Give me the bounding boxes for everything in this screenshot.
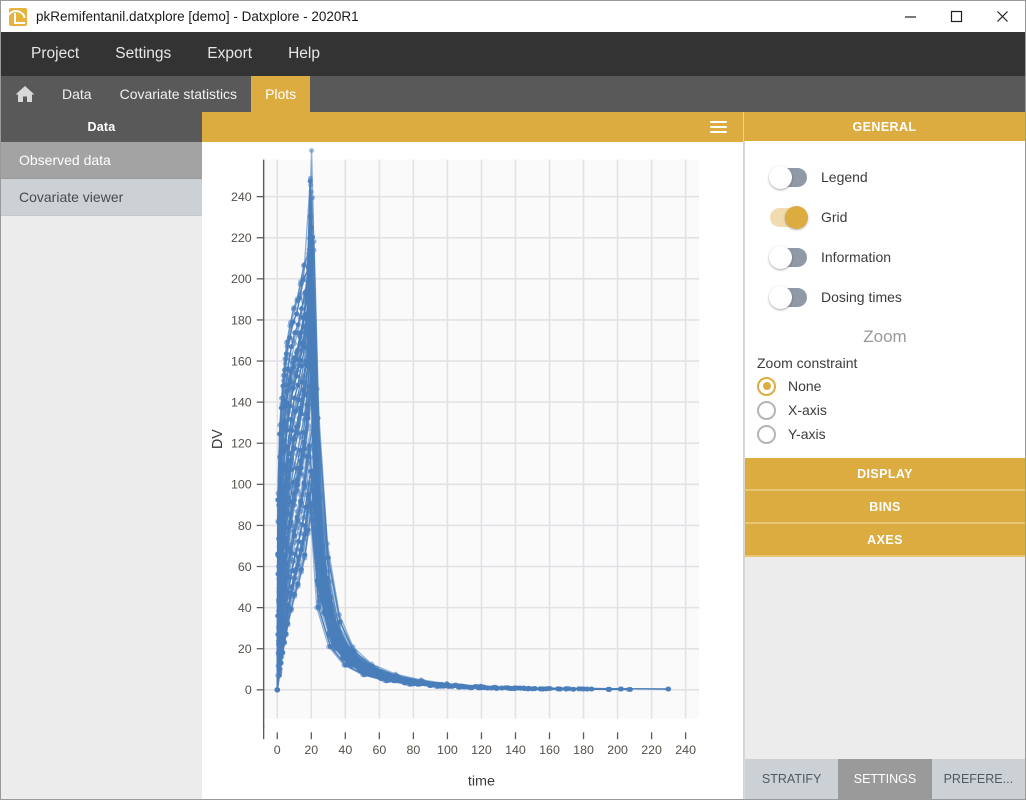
tab-data[interactable]: Data (48, 76, 106, 112)
plot-toolbar (202, 112, 743, 142)
window-title: pkRemifentanil.datxplore [demo] - Datxpl… (36, 9, 359, 24)
toggle-row-information[interactable]: Information (745, 237, 1025, 277)
svg-text:40: 40 (238, 601, 252, 615)
svg-text:80: 80 (238, 519, 252, 533)
bottom-tab-settings[interactable]: SETTINGS (838, 759, 931, 799)
zoom-constraint-x-axis-label: X-axis (788, 402, 827, 418)
toggle-row-legend[interactable]: Legend (745, 157, 1025, 197)
hamburger-menu-icon[interactable] (710, 118, 727, 136)
zoom-constraint-none-label: None (788, 378, 821, 394)
legend-toggle[interactable] (770, 168, 807, 187)
toggle-knob (785, 206, 808, 229)
menu-item-help[interactable]: Help (270, 38, 338, 70)
grid-label: Grid (821, 209, 847, 225)
svg-text:100: 100 (437, 743, 458, 757)
sidebar-header: Data (1, 112, 202, 142)
svg-text:DV: DV (210, 429, 226, 449)
left-sidebar: Data Observed data Covariate viewer (1, 112, 202, 799)
svg-text:time: time (468, 773, 495, 789)
svg-text:220: 220 (641, 743, 662, 757)
information-toggle[interactable] (770, 248, 807, 267)
svg-text:140: 140 (231, 396, 252, 410)
main-body: Data Observed data Covariate viewer 0 20 4… (1, 112, 1025, 799)
svg-text:20: 20 (304, 743, 318, 757)
plot-panel: 0 20 40 60 80 100 120 140 160 180 200 220 240 0 20 40 60… (202, 112, 744, 799)
zoom-constraint-y-axis-label: Y-axis (788, 426, 826, 442)
home-icon[interactable] (1, 76, 48, 112)
right-settings-panel: GENERAL Legend Grid Information Dosing t… (744, 112, 1025, 799)
dosing-times-label: Dosing times (821, 289, 902, 305)
zoom-constraint-x-axis-radio[interactable] (757, 401, 776, 420)
svg-text:180: 180 (231, 313, 252, 327)
window-controls (887, 1, 1025, 32)
display-section-header[interactable]: DISPLAY (744, 458, 1025, 491)
menu-item-project[interactable]: Project (13, 38, 97, 70)
toggle-row-grid[interactable]: Grid (745, 197, 1025, 237)
svg-text:220: 220 (231, 231, 252, 245)
legend-label: Legend (821, 169, 868, 185)
right-panel-empty-area (744, 557, 1025, 759)
toggle-knob (769, 286, 792, 309)
bottom-tab-stratify[interactable]: STRATIFY (745, 759, 838, 799)
sidebar-item-covariate-viewer[interactable]: Covariate viewer (1, 179, 202, 216)
tab-bar: Data Covariate statistics Plots (1, 76, 1025, 112)
grid-toggle[interactable] (770, 208, 807, 227)
zoom-subsection-title: Zoom (745, 317, 1025, 355)
menu-bar: Project Settings Export Help (1, 32, 1025, 76)
radio-row-none[interactable]: None (745, 374, 1025, 398)
zoom-constraint-label: Zoom constraint (745, 355, 1025, 374)
zoom-constraint-none-radio[interactable] (757, 377, 776, 396)
svg-text:20: 20 (238, 642, 252, 656)
svg-text:200: 200 (607, 743, 628, 757)
dosing-times-toggle[interactable] (770, 288, 807, 307)
general-section-body: Legend Grid Information Dosing times Zoo… (744, 141, 1025, 458)
tab-plots[interactable]: Plots (251, 76, 310, 112)
information-label: Information (821, 249, 891, 265)
svg-text:160: 160 (539, 743, 560, 757)
sidebar-item-observed-data[interactable]: Observed data (1, 142, 202, 179)
zoom-constraint-y-axis-radio[interactable] (757, 425, 776, 444)
title-bar: pkRemifentanil.datxplore [demo] - Datxpl… (1, 1, 1025, 32)
toggle-knob (769, 246, 792, 269)
svg-text:60: 60 (238, 560, 252, 574)
radio-row-x-axis[interactable]: X-axis (745, 398, 1025, 422)
svg-text:140: 140 (505, 743, 526, 757)
axes-section-header[interactable]: AXES (744, 524, 1025, 557)
svg-text:100: 100 (231, 478, 252, 492)
svg-text:40: 40 (338, 743, 352, 757)
svg-text:240: 240 (675, 743, 696, 757)
datxplore-logo-icon (9, 8, 27, 26)
sidebar-item-label: Covariate viewer (19, 189, 123, 205)
svg-text:180: 180 (573, 743, 594, 757)
svg-text:120: 120 (471, 743, 492, 757)
bottom-tab-bar: STRATIFY SETTINGS PREFERE... (744, 759, 1025, 799)
sidebar-item-label: Observed data (19, 152, 111, 168)
svg-text:120: 120 (231, 437, 252, 451)
application-window: pkRemifentanil.datxplore [demo] - Datxpl… (0, 0, 1026, 800)
observed-data-chart: 0 20 40 60 80 100 120 140 160 180 200 220 240 0 20 40 60… (202, 142, 743, 799)
bins-section-header[interactable]: BINS (744, 491, 1025, 524)
menu-item-export[interactable]: Export (189, 38, 270, 70)
minimize-icon[interactable] (887, 1, 933, 32)
sidebar-empty-area (1, 216, 202, 799)
maximize-icon[interactable] (933, 1, 979, 32)
svg-text:240: 240 (231, 190, 252, 204)
close-icon[interactable] (979, 1, 1025, 32)
svg-text:0: 0 (245, 683, 252, 697)
radio-row-y-axis[interactable]: Y-axis (745, 422, 1025, 446)
tab-covariate-statistics[interactable]: Covariate statistics (106, 76, 251, 112)
toggle-knob (769, 166, 792, 189)
toggle-row-dosing-times[interactable]: Dosing times (745, 277, 1025, 317)
bottom-tab-preferences[interactable]: PREFERE... (932, 759, 1025, 799)
svg-text:160: 160 (231, 355, 252, 369)
menu-item-settings[interactable]: Settings (97, 38, 189, 70)
svg-text:0: 0 (274, 743, 281, 757)
svg-text:80: 80 (406, 743, 420, 757)
general-section-header[interactable]: GENERAL (744, 112, 1025, 141)
svg-text:60: 60 (372, 743, 386, 757)
svg-text:200: 200 (231, 272, 252, 286)
plot-canvas[interactable]: 0 20 40 60 80 100 120 140 160 180 200 220 240 0 20 40 60… (202, 142, 743, 799)
